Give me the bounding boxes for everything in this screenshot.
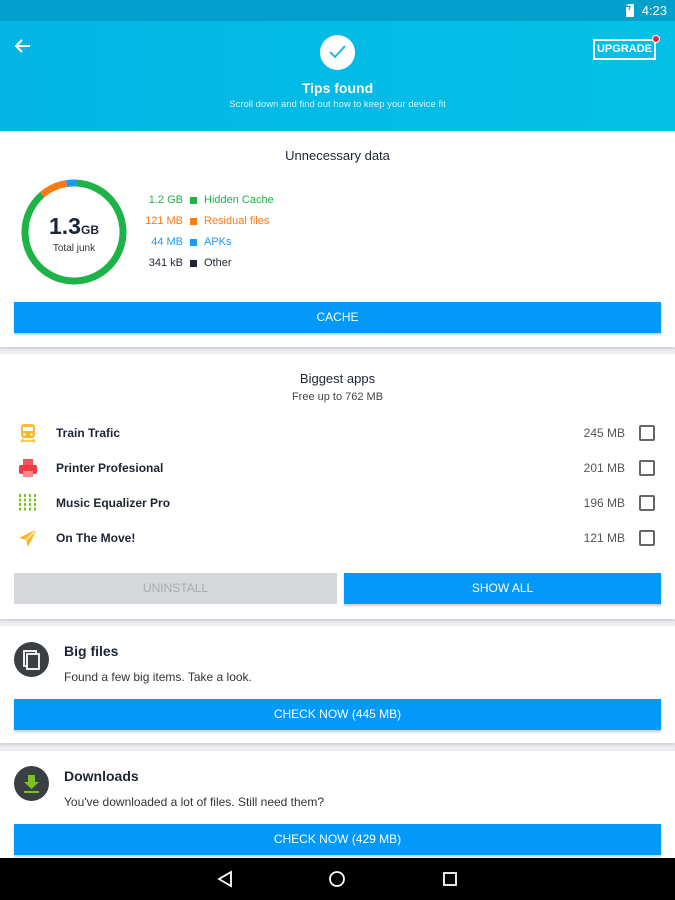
- app-checkbox[interactable]: [639, 460, 655, 476]
- status-time: 4:23: [641, 3, 667, 18]
- battery-charging-icon: [625, 2, 634, 17]
- app-size: 196 MB: [583, 496, 625, 510]
- total-value: 1.3: [49, 213, 81, 239]
- app-checkbox[interactable]: [639, 530, 655, 546]
- legend-value: 341 kB: [148, 257, 183, 269]
- legend-label: Residual files: [204, 215, 270, 227]
- app-name: Music Equalizer Pro: [56, 496, 171, 510]
- back-button[interactable]: [14, 37, 32, 59]
- download-icon: [24, 775, 39, 793]
- notification-badge: [652, 35, 660, 43]
- card-title: Unnecessary data: [285, 148, 390, 163]
- navigation-bar: [0, 858, 675, 900]
- big-files-card: Big files Found a few big items. Take a …: [0, 626, 675, 743]
- legend-swatch: [190, 196, 197, 204]
- card-title: Biggest apps: [299, 371, 376, 386]
- header: Tips found Scroll down and find out how …: [0, 21, 675, 131]
- copy-files-icon: [23, 650, 40, 670]
- app-size: 245 MB: [583, 426, 625, 440]
- feature-title: Big files: [64, 643, 119, 659]
- app-name: On The Move!: [56, 531, 136, 545]
- page-title: Tips found: [301, 80, 374, 96]
- feature-description: You've downloaded a lot of files. Still …: [64, 795, 325, 809]
- train-icon: [20, 424, 36, 443]
- app-size: 201 MB: [583, 461, 625, 475]
- legend-swatch: [190, 217, 197, 225]
- equalizer-icon: [19, 494, 36, 512]
- legend-item-apks: 44 MB APKs: [130, 235, 232, 249]
- page-subtitle: Scroll down and find out how to keep you…: [229, 99, 446, 110]
- total-junk-value: 1.3GB: [20, 213, 128, 240]
- uninstall-button[interactable]: UNINSTALL: [14, 573, 337, 604]
- legend-label: Other: [204, 257, 232, 269]
- printer-icon: [19, 459, 37, 477]
- check-downloads-button[interactable]: CHECK NOW (429 MB): [14, 824, 661, 855]
- check-circle: [320, 35, 355, 70]
- donut-segment-apks: [66, 179, 77, 188]
- legend-value: 44 MB: [151, 236, 183, 248]
- legend-item-hidden-cache: 1.2 GB Hidden Cache: [130, 193, 274, 207]
- app-checkbox[interactable]: [639, 495, 655, 511]
- app-checkbox[interactable]: [639, 425, 655, 441]
- nav-back-icon[interactable]: [216, 870, 234, 888]
- app-row[interactable]: On The Move! 121 MB: [0, 523, 675, 553]
- upgrade-button[interactable]: UPGRADE: [593, 39, 656, 60]
- show-all-button[interactable]: SHOW ALL: [344, 573, 661, 604]
- total-unit: GB: [80, 223, 99, 237]
- app-row[interactable]: Music Equalizer Pro 196 MB: [0, 488, 675, 518]
- check-big-files-button[interactable]: CHECK NOW (445 MB): [14, 699, 661, 730]
- big-files-icon-circle: [14, 642, 49, 677]
- downloads-icon-circle: [14, 766, 49, 801]
- biggest-apps-card: Biggest apps Free up to 762 MB Train Tra…: [0, 354, 675, 619]
- app-name: Train Trafic: [56, 426, 121, 440]
- donut-segment-residual-files: [39, 180, 68, 198]
- legend-value: 1.2 GB: [148, 194, 183, 206]
- downloads-card: Downloads You've downloaded a lot of fil…: [0, 751, 675, 858]
- legend-value: 121 MB: [145, 215, 183, 227]
- arrow-left-icon: [14, 39, 30, 53]
- app-name: Printer Profesional: [56, 461, 164, 475]
- app-row[interactable]: Train Trafic 245 MB: [0, 418, 675, 448]
- checkmark-icon: [329, 45, 346, 59]
- legend-item-residual-files: 121 MB Residual files: [130, 214, 269, 228]
- feature-title: Downloads: [64, 768, 139, 784]
- unnecessary-data-card: Unnecessary data 1.3GB Total junk 1.2 GB…: [0, 131, 675, 347]
- legend-swatch: [190, 259, 197, 267]
- cache-button[interactable]: CACHE: [14, 302, 661, 333]
- app-row[interactable]: Printer Profesional 201 MB: [0, 453, 675, 483]
- card-subtitle: Free up to 762 MB: [291, 391, 384, 403]
- nav-recents-icon[interactable]: [441, 870, 459, 888]
- app-size: 121 MB: [583, 531, 625, 545]
- status-bar: 4:23: [0, 0, 675, 21]
- nav-home-icon[interactable]: [328, 870, 346, 888]
- legend-item-other: 341 kB Other: [130, 256, 232, 270]
- legend-label: Hidden Cache: [204, 194, 274, 206]
- airplane-icon: [19, 528, 38, 547]
- feature-description: Found a few big items. Take a look.: [64, 670, 252, 684]
- legend-label: APKs: [204, 236, 232, 248]
- legend-swatch: [190, 238, 197, 246]
- total-junk-label: Total junk: [52, 243, 96, 254]
